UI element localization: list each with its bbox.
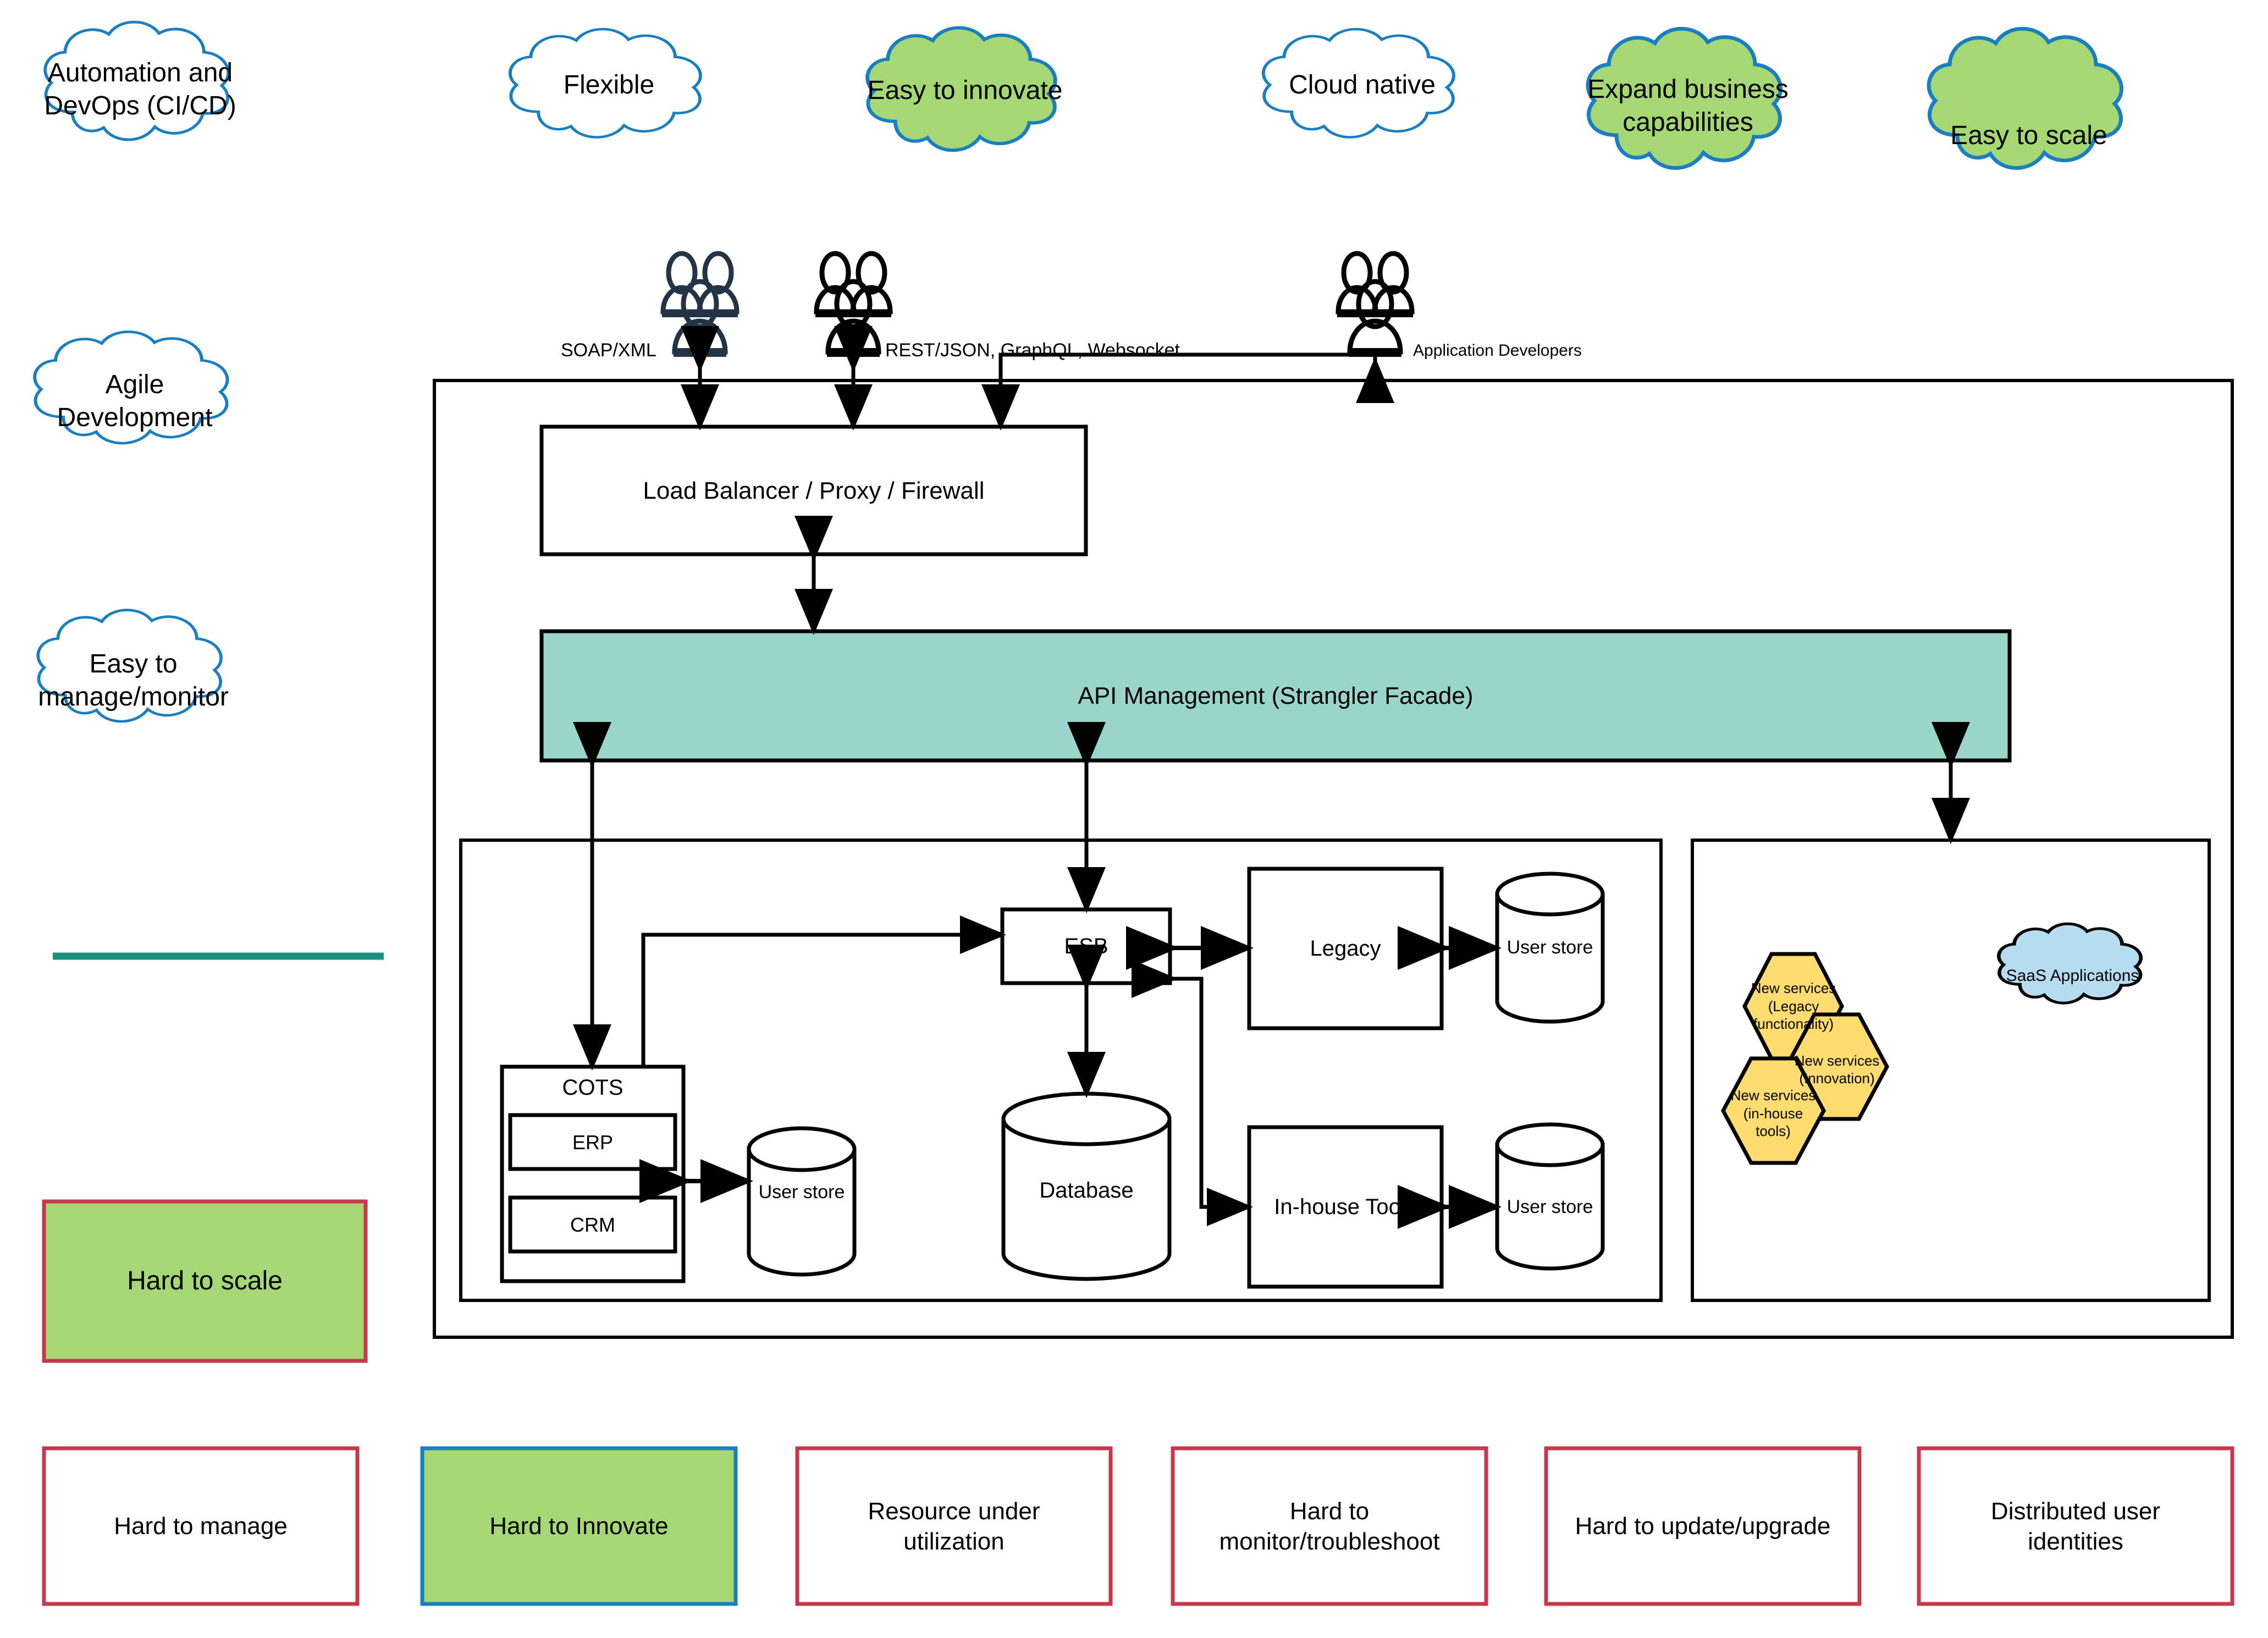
box-inhouse-tools <box>1247 1125 1444 1289</box>
cylinder-user-store-legacy <box>1495 872 1605 1024</box>
box-distributed-user-identities <box>1917 1446 2234 1606</box>
users-group-icon-rest <box>814 251 893 357</box>
cylinder-user-store-inhouse <box>1495 1122 1605 1271</box>
cloud-flexible <box>510 29 700 137</box>
box-load-balancer <box>539 424 1088 556</box>
box-esb <box>1000 907 1172 985</box>
users-group-icon-developers <box>1336 251 1415 357</box>
arrow-cots-to-esb <box>641 915 1006 1067</box>
box-resource-under-utilization <box>795 1446 1113 1606</box>
box-legacy <box>1247 867 1444 1030</box>
cloud-easy-to-scale <box>1929 29 2121 168</box>
arrow-developers-to-lb <box>981 352 1394 431</box>
box-hard-to-innovate <box>420 1446 738 1606</box>
users-group-icon-soap <box>660 251 740 357</box>
cylinder-user-store-cots <box>747 1126 857 1277</box>
diagram-canvas: Automation and DevOps (CI/CD) Agile Deve… <box>0 0 2268 1638</box>
box-hard-to-monitor <box>1171 1446 1488 1606</box>
cloud-automation-devops <box>45 22 228 140</box>
cloud-expand-business-capabilities <box>1588 29 1780 168</box>
cloud-saas-applications <box>1999 924 2140 1003</box>
cloud-agile-development <box>35 332 227 443</box>
diagram-shapes <box>0 0 2234 1606</box>
arrow-esb-to-inhouse <box>1132 959 1253 1226</box>
cylinder-database <box>1001 1091 1172 1281</box>
box-erp <box>508 1113 677 1171</box>
box-hard-to-update <box>1544 1446 1862 1606</box>
box-hard-to-manage <box>42 1446 360 1606</box>
cloud-easy-manage-monitor <box>38 610 221 721</box>
cloud-cloud-native <box>1263 29 1454 137</box>
cloud-easy-to-innovate <box>868 28 1056 151</box>
box-api-management <box>539 629 2012 763</box>
box-crm <box>508 1195 677 1254</box>
box-hard-to-scale <box>42 1199 368 1363</box>
